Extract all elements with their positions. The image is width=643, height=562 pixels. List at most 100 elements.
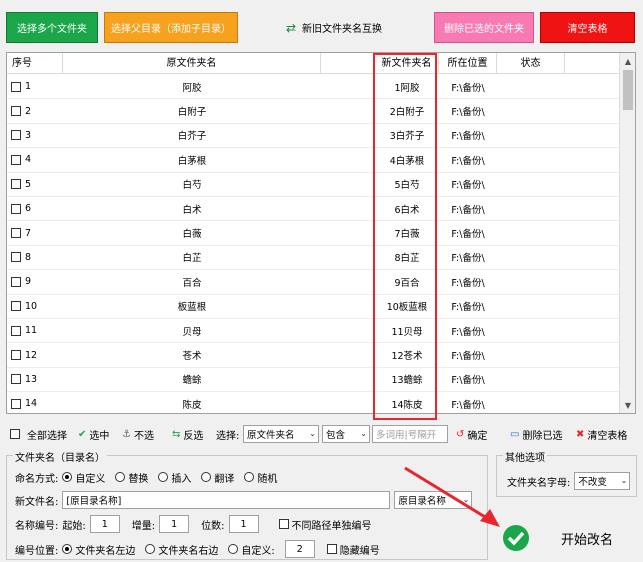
invert-button[interactable]: ⇆ 反选 — [172, 423, 203, 445]
row-checkbox[interactable] — [11, 350, 21, 361]
clear-table-button[interactable]: 清空表格 — [540, 12, 635, 43]
row-checkbox[interactable] — [11, 179, 21, 190]
row-checkbox[interactable] — [11, 228, 21, 239]
row-checkbox[interactable] — [11, 106, 21, 117]
choose-label: 选择: — [216, 423, 239, 445]
row-checkbox[interactable] — [11, 276, 21, 287]
anchor-icon: ⚓ — [122, 428, 131, 440]
row-index: 8 — [7, 246, 63, 269]
swap-names-button[interactable]: ⇄ 新旧文件夹名互换 — [280, 12, 388, 43]
select-all-checkbox[interactable]: 全部选择 — [10, 423, 67, 445]
scroll-down-arrow-icon[interactable]: ▼ — [620, 397, 635, 413]
table-row[interactable]: 4 白茅根 4白茅根 F:\备份\ — [7, 148, 621, 173]
table-row[interactable]: 5 白芍 5白芍 F:\备份\ — [7, 173, 621, 197]
row-checkbox[interactable] — [11, 154, 21, 165]
confirm-button[interactable]: ↺ 确定 — [456, 423, 487, 445]
radio-dot[interactable] — [158, 472, 169, 482]
table-row[interactable]: 7 白薇 7白薇 F:\备份\ — [7, 221, 621, 246]
row-index-text: 6 — [25, 203, 32, 215]
header-status[interactable]: 状态 — [497, 53, 565, 74]
radio-dot[interactable] — [62, 544, 73, 554]
step-input[interactable]: 1 — [159, 515, 190, 533]
mode-replace-radio[interactable]: 替换 — [115, 470, 148, 485]
row-old-name-text: 白芷 — [182, 253, 202, 265]
pos-left-radio[interactable]: 文件夹名左边 — [62, 542, 135, 557]
custom-position-input[interactable]: 2 — [284, 540, 315, 558]
scroll-thumb[interactable] — [623, 70, 633, 110]
table-row[interactable]: 8 白芷 8白芷 F:\备份\ — [7, 246, 621, 271]
mode-translate-radio[interactable]: 翻译 — [201, 470, 234, 485]
delete-selected-folders-button[interactable]: 删除已选的文件夹 — [434, 12, 534, 43]
table-scrollbar[interactable]: ▲ ▼ — [619, 53, 635, 413]
checkbox-box[interactable] — [278, 519, 289, 529]
separate-number-checkbox[interactable]: 不同路径单独编号 — [278, 517, 372, 532]
radio-dot[interactable] — [62, 472, 73, 482]
row-index: 5 — [7, 173, 63, 196]
table-row[interactable]: 10 板蓝根 10板蓝根 F:\备份\ — [7, 295, 621, 319]
hide-number-checkbox[interactable]: 隐藏编号 — [326, 542, 380, 557]
row-new-name: 9百合 — [375, 270, 439, 293]
radio-dot[interactable] — [244, 472, 255, 482]
field-dropdown[interactable]: 原文件夹名 ⌄ — [243, 425, 319, 443]
row-index-text: 3 — [25, 129, 32, 141]
header-index[interactable]: 序号 — [7, 53, 63, 74]
row-new-name: 3白芥子 — [375, 124, 439, 147]
row-checkbox[interactable] — [11, 252, 21, 263]
row-index-text: 7 — [25, 227, 32, 239]
new-name-input[interactable]: [原目录名称] — [62, 491, 391, 509]
table-row[interactable]: 14 陈皮 14陈皮 F:\备份\ — [7, 392, 621, 413]
mode-custom-radio[interactable]: 自定义 — [62, 470, 105, 485]
match-dropdown[interactable]: 包含 ⌄ — [322, 425, 370, 443]
row-checkbox[interactable] — [11, 81, 21, 92]
table-row[interactable]: 13 蟾蜍 13蟾蜍 F:\备份\ — [7, 368, 621, 393]
mode-random-radio[interactable]: 随机 — [244, 470, 277, 485]
mode-custom-label: 自定义 — [75, 473, 106, 485]
pos-custom-radio[interactable]: 自定义: — [228, 542, 275, 557]
case-dropdown[interactable]: 不改变 ⌄ — [574, 472, 631, 490]
row-location-text: F:\备份\ — [451, 277, 485, 289]
row-index: 12 — [7, 343, 63, 366]
radio-dot[interactable] — [228, 544, 239, 554]
keyword-input[interactable]: 多词用|号隔开 — [372, 425, 448, 443]
row-checkbox[interactable] — [11, 398, 21, 409]
select-multiple-folders-button[interactable]: 选择多个文件夹 — [6, 12, 98, 43]
row-index: 14 — [7, 392, 63, 413]
table-row[interactable]: 3 白芥子 3白芥子 F:\备份\ — [7, 124, 621, 149]
clear-table-small-button[interactable]: ✖ 清空表格 — [576, 423, 627, 445]
header-location[interactable]: 所在位置 — [439, 53, 497, 74]
row-checkbox[interactable] — [11, 325, 21, 336]
row-index-text: 2 — [25, 105, 32, 117]
checkbox-box[interactable] — [10, 429, 20, 439]
start-input[interactable]: 1 — [89, 515, 120, 533]
folder-table[interactable]: 序号 原文件夹名 新文件夹名 所在位置 状态 1 阿胶 1阿胶 F:\备份\ 2 白附子 2… — [6, 52, 636, 414]
row-checkbox[interactable] — [11, 374, 21, 385]
mode-insert-radio[interactable]: 插入 — [158, 470, 191, 485]
radio-dot[interactable] — [201, 472, 212, 482]
digits-input[interactable]: 1 — [228, 515, 259, 533]
header-old-name[interactable]: 原文件夹名 — [63, 53, 321, 74]
row-checkbox[interactable] — [11, 203, 21, 214]
row-old-name-text: 白术 — [182, 204, 202, 216]
clear-table-label: 清空表格 — [587, 430, 628, 442]
row-checkbox[interactable] — [11, 130, 21, 141]
row-location: F:\备份\ — [439, 319, 497, 342]
delete-selected-button[interactable]: ▭ 删除已选 — [510, 423, 562, 445]
deselect-button[interactable]: ⚓ 不选 — [122, 423, 154, 445]
scroll-up-arrow-icon[interactable]: ▲ — [620, 53, 635, 69]
header-new-name[interactable]: 新文件夹名 — [375, 53, 439, 74]
pos-right-radio[interactable]: 文件夹名右边 — [145, 542, 218, 557]
select-button[interactable]: ✔ 选中 — [78, 423, 109, 445]
table-row[interactable]: 1 阿胶 1阿胶 F:\备份\ — [7, 75, 621, 100]
row-checkbox[interactable] — [11, 301, 21, 312]
table-row[interactable]: 11 贝母 11贝母 F:\备份\ — [7, 319, 621, 344]
row-new-name: 8白芷 — [375, 246, 439, 269]
select-parent-dir-button[interactable]: 选择父目录（添加子目录） — [104, 12, 238, 43]
table-row[interactable]: 2 白附子 2白附子 F:\备份\ — [7, 99, 621, 124]
radio-dot[interactable] — [145, 544, 156, 554]
table-row[interactable]: 9 百合 9百合 F:\备份\ — [7, 270, 621, 295]
start-rename-button[interactable]: 开始改名 — [495, 516, 637, 560]
table-row[interactable]: 12 苍术 12苍术 F:\备份\ — [7, 343, 621, 368]
checkbox-box[interactable] — [326, 544, 337, 554]
radio-dot[interactable] — [115, 472, 126, 482]
table-row[interactable]: 6 白术 6白术 F:\备份\ — [7, 197, 621, 222]
